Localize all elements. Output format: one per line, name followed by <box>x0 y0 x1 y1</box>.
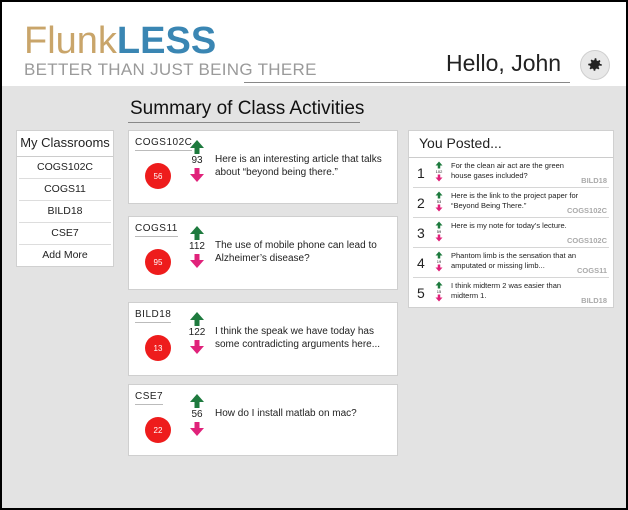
activity-course: COGS102C <box>135 137 193 151</box>
activity-card[interactable]: CSE7 22 56 How do I install matlab on ma… <box>128 384 398 456</box>
classroom-item-cse7[interactable]: CSE7 <box>19 223 111 245</box>
downvote-icon[interactable] <box>435 234 443 242</box>
downvote-icon[interactable] <box>189 421 205 437</box>
upvote-icon[interactable] <box>435 251 443 259</box>
classroom-item-cogs102c[interactable]: COGS102C <box>19 157 111 179</box>
posted-heading: You Posted... <box>409 131 613 158</box>
posted-item[interactable]: 5 15 I think midterm 2 was easier than m… <box>413 278 609 307</box>
upvote-icon[interactable] <box>189 139 205 155</box>
downvote-icon[interactable] <box>435 264 443 272</box>
upvote-icon[interactable] <box>435 281 443 289</box>
vote-count: 122 <box>188 327 206 338</box>
upvote-icon[interactable] <box>189 311 205 327</box>
post-course: BILD18 <box>581 296 607 305</box>
vote-control: 93 <box>187 139 207 183</box>
downvote-icon[interactable] <box>435 294 443 302</box>
main-area: Summary of Class Activities My Classroom… <box>2 86 626 508</box>
gear-icon[interactable] <box>580 50 610 80</box>
post-number: 4 <box>417 255 425 271</box>
post-number: 5 <box>417 285 425 301</box>
activity-course: CSE7 <box>135 391 164 405</box>
post-vote-control: 59 <box>433 221 445 242</box>
activity-course: BILD18 <box>135 309 172 323</box>
post-number: 2 <box>417 195 425 211</box>
activity-card[interactable]: BILD18 13 122 I think the speak we have … <box>128 302 398 376</box>
activity-text: The use of mobile phone can lead to Alzh… <box>215 240 377 264</box>
count-badge: 13 <box>145 335 171 361</box>
logo[interactable]: FlunkLESS BETTER THAN JUST BEING THERE <box>24 22 317 80</box>
posted-item[interactable]: 3 59 Here is my note for today’s lecture… <box>413 218 609 248</box>
downvote-icon[interactable] <box>189 253 205 269</box>
count-badge: 95 <box>145 249 171 275</box>
downvote-icon[interactable] <box>189 167 205 183</box>
count-badge: 56 <box>145 163 171 189</box>
vote-count: 112 <box>189 241 205 252</box>
post-course: COGS102C <box>566 236 607 245</box>
activity-card[interactable]: COGS102C 56 93 Here is an interesting ar… <box>128 130 398 204</box>
app-window: FlunkLESS BETTER THAN JUST BEING THERE H… <box>0 0 628 510</box>
upvote-icon[interactable] <box>435 161 443 169</box>
posted-panel: You Posted... 1 102 For the clean air ac… <box>408 130 614 308</box>
post-number: 1 <box>417 165 425 181</box>
post-course: BILD18 <box>581 176 607 185</box>
post-vote-control: 102 <box>433 161 445 182</box>
vote-control: 56 <box>187 393 207 437</box>
classrooms-panel: My Classrooms COGS102C COGS11 BILD18 CSE… <box>16 130 114 267</box>
post-text: I think midterm 2 was easier than midter… <box>451 281 562 300</box>
upvote-icon[interactable] <box>435 191 443 199</box>
post-course: COGS102C <box>566 206 607 215</box>
activity-text: Here is an interesting article that talk… <box>215 154 382 178</box>
upvote-icon[interactable] <box>435 221 443 229</box>
post-text: For the clean air act are the green hous… <box>451 161 564 180</box>
logo-less: LESS <box>116 20 217 62</box>
post-vote-control: 53 <box>433 191 445 212</box>
post-vote-control: 15 <box>433 281 445 302</box>
logo-flunk: Flunk <box>24 20 117 62</box>
post-number: 3 <box>417 225 425 241</box>
post-text: Here is my note for today’s lecture. <box>451 221 567 230</box>
post-course: COGS11 <box>576 266 607 275</box>
downvote-icon[interactable] <box>435 204 443 212</box>
add-more-button[interactable]: Add More <box>19 245 111 266</box>
vote-control: 122 <box>187 311 207 355</box>
downvote-icon[interactable] <box>435 174 443 182</box>
posted-item[interactable]: 2 53 Here is the link to the project pap… <box>413 188 609 218</box>
activity-text: I think the speak we have today has some… <box>215 326 381 350</box>
vote-control: 112 <box>187 225 207 269</box>
classrooms-heading: My Classrooms <box>17 131 113 157</box>
vote-count: 93 <box>191 155 203 166</box>
activity-text: How do I install matlab on mac? <box>215 408 357 419</box>
page-title: Summary of Class Activities <box>130 98 365 119</box>
activity-course: COGS11 <box>135 223 178 237</box>
posted-item[interactable]: 4 19 Phantom limb is the sensation that … <box>413 248 609 278</box>
activity-card[interactable]: COGS11 95 112 The use of mobile phone ca… <box>128 216 398 290</box>
greeting: Hello, John <box>446 50 562 76</box>
tagline: BETTER THAN JUST BEING THERE <box>24 60 317 79</box>
vote-count: 56 <box>191 409 203 420</box>
upvote-icon[interactable] <box>189 225 205 241</box>
post-vote-control: 19 <box>433 251 445 272</box>
classroom-item-bild18[interactable]: BILD18 <box>19 201 111 223</box>
posted-item[interactable]: 1 102 For the clean air act are the gree… <box>413 158 609 188</box>
post-text: Phantom limb is the sensation that an am… <box>451 251 577 270</box>
post-text: Here is the link to the project paper fo… <box>451 191 579 210</box>
title-divider <box>128 122 360 123</box>
upvote-icon[interactable] <box>189 393 205 409</box>
classroom-item-cogs11[interactable]: COGS11 <box>19 179 111 201</box>
downvote-icon[interactable] <box>189 339 205 355</box>
count-badge: 22 <box>145 417 171 443</box>
header: FlunkLESS BETTER THAN JUST BEING THERE H… <box>2 2 626 86</box>
header-divider <box>244 82 570 83</box>
